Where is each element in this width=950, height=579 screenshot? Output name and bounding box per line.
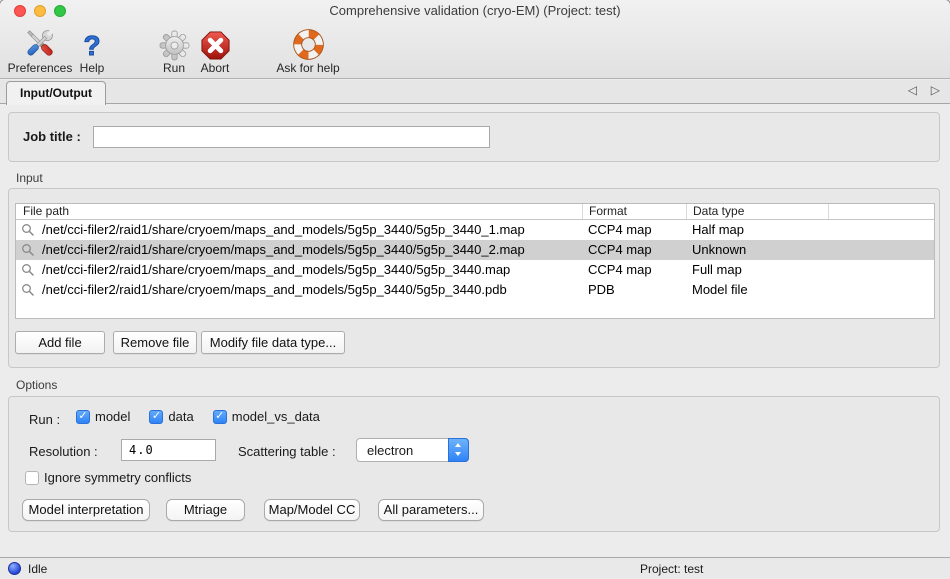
table-row[interactable]: /net/cci-filer2/raid1/share/cryoem/maps_… (16, 220, 934, 240)
run-checkboxes: model data model_vs_data (76, 409, 339, 424)
ask-for-help-button[interactable]: Ask for help (272, 23, 344, 75)
tab-input-output[interactable]: Input/Output (6, 81, 106, 105)
tools-icon (22, 25, 58, 61)
file-path-cell: /net/cci-filer2/raid1/share/cryoem/maps_… (42, 240, 525, 260)
empty-cell (828, 280, 934, 300)
window-title: Comprehensive validation (cryo-EM) (Proj… (0, 0, 950, 22)
status-bar: Idle Project: test (0, 557, 950, 579)
lifebuoy-icon (292, 28, 325, 61)
format-cell: PDB (582, 280, 686, 300)
format-cell: CCP4 map (582, 260, 686, 280)
project-text: Project: test (640, 562, 703, 576)
scattering-table-dropdown[interactable]: electron (356, 438, 469, 462)
scattering-table-value: electron (367, 439, 413, 462)
traffic-lights (14, 5, 66, 17)
data-type-cell: Full map (686, 260, 828, 280)
file-table[interactable]: File path Format Data type /net/cci-file… (15, 203, 935, 319)
data-type-cell: Model file (686, 280, 828, 300)
dropdown-stepper-icon (448, 438, 469, 462)
map-model-cc-button[interactable]: Map/Model CC (264, 499, 360, 521)
column-file-path[interactable]: File path (16, 204, 582, 219)
checkbox-label: model (95, 409, 130, 424)
magnifier-icon (16, 283, 42, 297)
resolution-label: Resolution : (29, 444, 98, 459)
input-group: File path Format Data type /net/cci-file… (8, 188, 940, 368)
tab-content: Job title : Input File path Format Data … (0, 104, 950, 557)
preferences-button[interactable]: Preferences (2, 23, 78, 75)
input-section-label: Input (16, 171, 43, 185)
empty-cell (828, 220, 934, 240)
add-file-button[interactable]: Add file (15, 331, 105, 354)
data-type-cell: Unknown (686, 240, 828, 260)
minimize-button[interactable] (34, 5, 46, 17)
table-row[interactable]: /net/cci-filer2/raid1/share/cryoem/maps_… (16, 280, 934, 300)
ignore-symmetry-checkbox[interactable]: Ignore symmetry conflicts (25, 470, 191, 485)
status-indicator-icon (8, 562, 21, 575)
model-interpretation-button[interactable]: Model interpretation (22, 499, 150, 521)
run-checkbox-data[interactable]: data (149, 409, 193, 424)
abort-icon (200, 30, 231, 61)
options-group: Run : model data model_vs_data Resolution … (8, 396, 940, 532)
checkbox-unchecked[interactable] (25, 471, 39, 485)
scattering-table-label: Scattering table : (238, 444, 336, 459)
all-parameters-button[interactable]: All parameters... (378, 499, 484, 521)
run-checkboxes-label: Run : (29, 412, 60, 427)
empty-cell (828, 260, 934, 280)
question-icon: ? (83, 31, 100, 61)
checkbox-label: data (168, 409, 193, 424)
ask-for-help-label: Ask for help (276, 62, 339, 75)
file-table-body: /net/cci-filer2/raid1/share/cryoem/maps_… (16, 220, 934, 300)
resolution-input[interactable] (121, 439, 216, 461)
abort-button[interactable]: Abort (191, 23, 239, 75)
titlebar-toolbar: Comprehensive validation (cryo-EM) (Proj… (0, 0, 950, 79)
run-checkbox-model[interactable]: model (76, 409, 130, 424)
run-checkbox-model_vs_data[interactable]: model_vs_data (213, 409, 320, 424)
table-row[interactable]: /net/cci-filer2/raid1/share/cryoem/maps_… (16, 260, 934, 280)
checkbox[interactable] (149, 410, 163, 424)
close-button[interactable] (14, 5, 26, 17)
status-text: Idle (28, 562, 47, 576)
checkbox-label: model_vs_data (232, 409, 320, 424)
gear-icon (159, 30, 190, 61)
mtriage-button[interactable]: Mtriage (166, 499, 245, 521)
tab-scroll-right-icon[interactable]: ▷ (931, 83, 940, 97)
job-title-label: Job title : (23, 129, 81, 144)
checkbox[interactable] (76, 410, 90, 424)
magnifier-icon (16, 223, 42, 237)
file-table-header[interactable]: File path Format Data type (16, 204, 934, 220)
job-title-group: Job title : (8, 112, 940, 162)
data-type-cell: Half map (686, 220, 828, 240)
format-cell: CCP4 map (582, 220, 686, 240)
modify-file-data-type-button[interactable]: Modify file data type... (201, 331, 345, 354)
file-path-cell: /net/cci-filer2/raid1/share/cryoem/maps_… (42, 280, 507, 300)
zoom-button[interactable] (54, 5, 66, 17)
column-data-type[interactable]: Data type (686, 204, 828, 219)
help-button[interactable]: ? Help (73, 23, 111, 75)
ignore-symmetry-label: Ignore symmetry conflicts (44, 470, 191, 485)
tab-scroll-left-icon[interactable]: ◁ (908, 83, 917, 97)
job-title-input[interactable] (93, 126, 490, 148)
run-label: Run (163, 62, 185, 75)
options-section-label: Options (16, 378, 57, 392)
empty-cell (828, 240, 934, 260)
table-row[interactable]: /net/cci-filer2/raid1/share/cryoem/maps_… (16, 240, 934, 260)
column-format[interactable]: Format (582, 204, 686, 219)
preferences-label: Preferences (8, 62, 73, 75)
checkbox[interactable] (213, 410, 227, 424)
magnifier-icon (16, 263, 42, 277)
file-path-cell: /net/cci-filer2/raid1/share/cryoem/maps_… (42, 260, 510, 280)
magnifier-icon (16, 243, 42, 257)
run-button[interactable]: Run (152, 23, 196, 75)
column-empty (828, 204, 934, 219)
format-cell: CCP4 map (582, 240, 686, 260)
remove-file-button[interactable]: Remove file (113, 331, 197, 354)
abort-label: Abort (201, 62, 230, 75)
tab-bar: Input/Output ◁ ▷ (0, 80, 950, 104)
app-window: Comprehensive validation (cryo-EM) (Proj… (0, 0, 950, 579)
file-path-cell: /net/cci-filer2/raid1/share/cryoem/maps_… (42, 220, 525, 240)
help-label: Help (80, 62, 105, 75)
